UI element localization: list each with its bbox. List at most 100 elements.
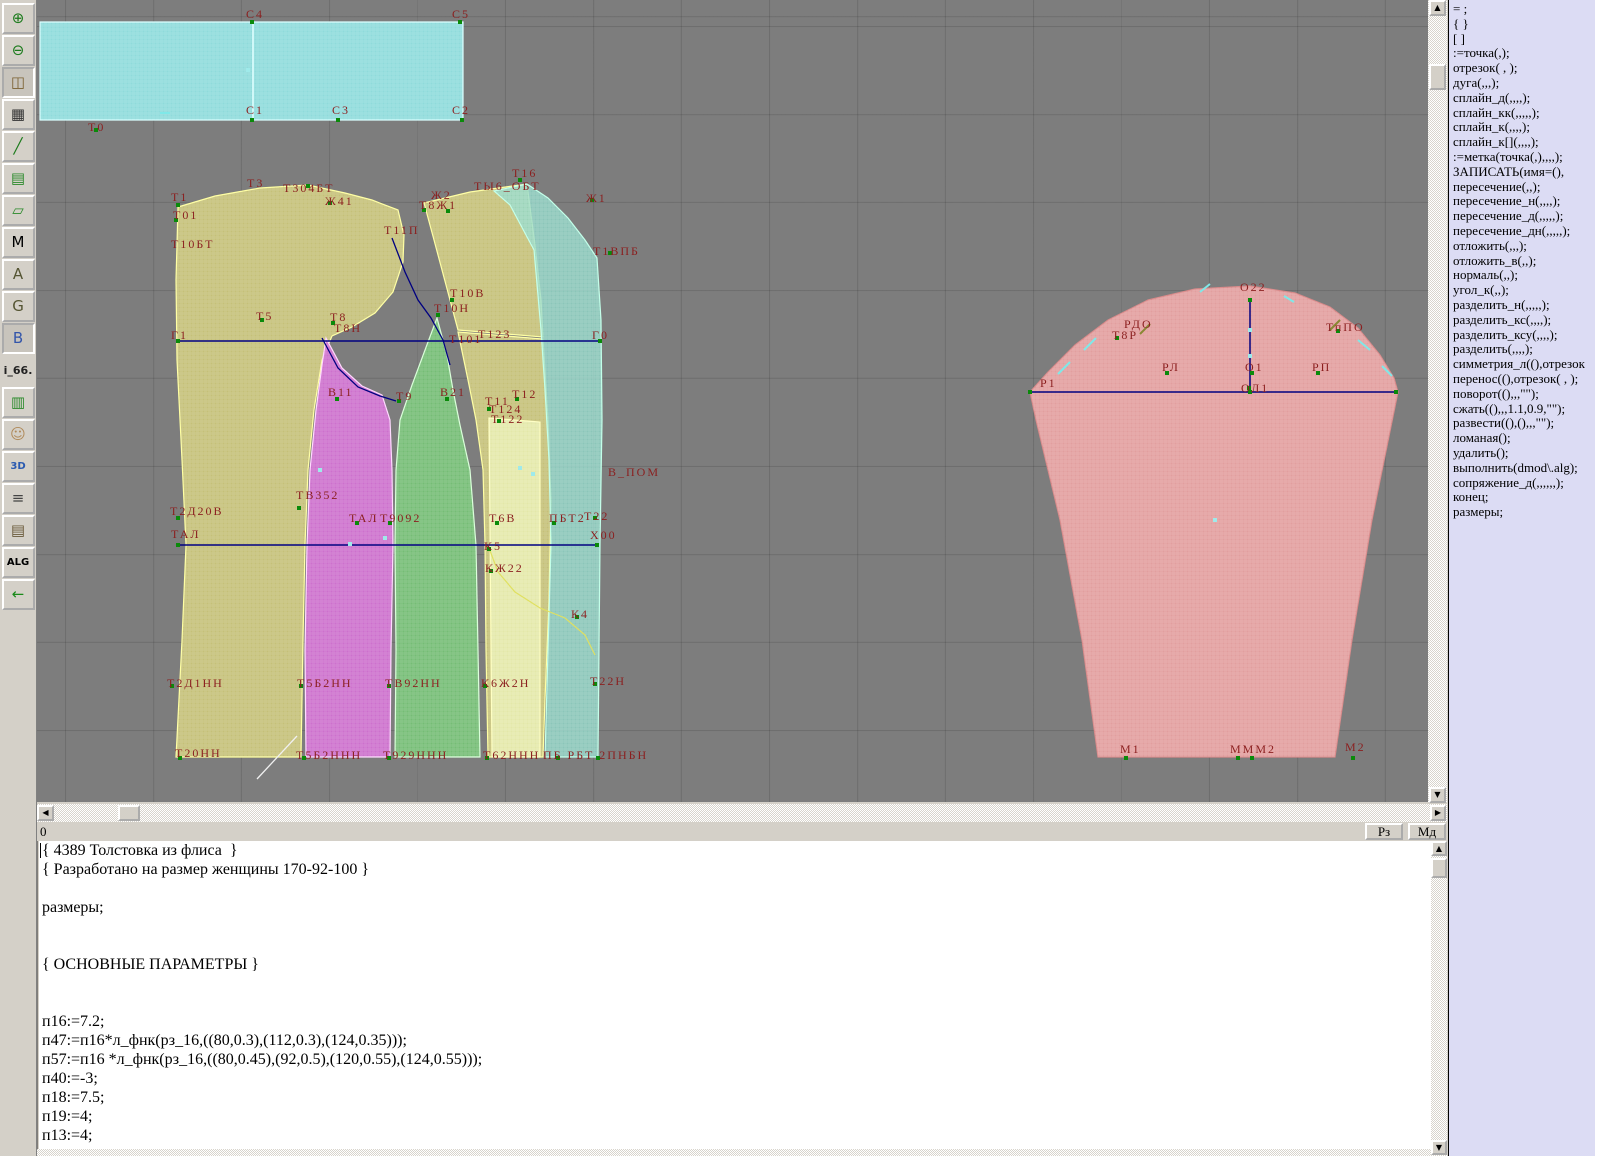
sidebar-command[interactable]: сплайн_к[](,,,,); [1453,135,1600,150]
toolbar-zoom-out-button[interactable]: ⊖ [2,35,35,66]
construction-point[interactable] [170,684,174,688]
construction-point[interactable] [336,118,340,122]
toolbar-pattern-m-button[interactable]: M [2,227,35,258]
construction-point[interactable] [250,20,254,24]
sidebar-command[interactable]: разделить_кс(,,,,); [1453,313,1600,328]
sidebar-command[interactable]: ломаная(); [1453,431,1600,446]
sidebar-command[interactable]: удалить(); [1453,446,1600,461]
toolbar-picture-button[interactable]: ▤ [2,163,35,194]
sidebar-command[interactable]: отложить(,,,); [1453,239,1600,254]
construction-point[interactable] [176,543,180,547]
construction-point[interactable] [608,251,612,255]
vscroll-thumb[interactable] [1429,64,1446,90]
rz-button[interactable]: Рз [1365,823,1403,840]
sidebar-command[interactable]: пересечение_д(,,,,,); [1453,209,1600,224]
sidebar-command[interactable]: сжать((),,,1.1,0.9,""); [1453,402,1600,417]
sidebar-command[interactable]: пересечение_н(,,,,); [1453,194,1600,209]
scroll-up-button[interactable]: ▲ [1429,0,1446,16]
sidebar-command[interactable]: сплайн_д(,,,,); [1453,91,1600,106]
scroll-down-button[interactable]: ▼ [1429,787,1446,803]
sidebar-command[interactable]: поворот((),,,""); [1453,387,1600,402]
construction-point[interactable] [489,569,493,573]
construction-point[interactable] [387,684,391,688]
construction-point[interactable] [487,547,491,551]
toolbar-measure-button[interactable]: ╱ [2,131,35,162]
toolbar-table-button[interactable]: ▥ [2,387,35,418]
construction-point[interactable] [331,321,335,325]
construction-point[interactable] [260,318,264,322]
toolbar-books-button[interactable]: ▤ [2,515,35,546]
construction-point[interactable] [458,20,462,24]
sidebar-command[interactable]: размеры; [1453,505,1600,520]
construction-point[interactable] [485,756,489,760]
toolbar-view-3d-button[interactable]: 3D [2,451,35,482]
scroll-right-button[interactable]: ▶ [1430,805,1446,821]
toolbar-blueprint-b-button[interactable]: В [2,323,35,354]
construction-point[interactable] [176,516,180,520]
construction-point[interactable] [355,521,359,525]
construction-point[interactable] [450,298,454,302]
code-editor[interactable]: { 4389 Толстовка из флиса }{ Разработано… [37,841,1431,1149]
construction-point[interactable] [335,397,339,401]
toolbar-text-list-button[interactable]: ≡ [2,483,35,514]
construction-point[interactable] [1115,336,1119,340]
toolbar-exit-button[interactable]: ← [2,579,35,610]
toolbar-pattern-card-button[interactable]: ▱ [2,195,35,226]
construction-point[interactable] [598,339,602,343]
construction-point[interactable] [176,203,180,207]
sidebar-command[interactable]: выполнить(dmod\.alg); [1453,461,1600,476]
canvas-hscrollbar[interactable]: ◀ ▶ [37,804,1447,822]
sidebar-command[interactable]: { } [1453,17,1600,32]
construction-point[interactable] [299,684,303,688]
construction-point[interactable] [518,178,522,182]
sidebar-command[interactable]: дуга(,,,); [1453,76,1600,91]
sidebar-command[interactable]: разделить_ксу(,,,,); [1453,328,1600,343]
construction-point[interactable] [487,407,491,411]
sidebar-command[interactable]: :=метка(точка(,),,,,); [1453,150,1600,165]
construction-point[interactable] [178,756,182,760]
scroll-down-button[interactable]: ▼ [1431,1140,1447,1155]
scroll-up-button[interactable]: ▲ [1431,841,1447,856]
md-button[interactable]: Мд [1408,823,1446,840]
construction-point[interactable] [387,756,391,760]
construction-point[interactable] [1165,371,1169,375]
construction-point[interactable] [1028,390,1032,394]
construction-point[interactable] [483,684,487,688]
construction-point[interactable] [1250,756,1254,760]
construction-point[interactable] [176,339,180,343]
construction-point[interactable] [495,521,499,525]
construction-point[interactable] [436,313,440,317]
sidebar-command[interactable]: ЗАПИСАТЬ(имя=(), [1453,165,1600,180]
construction-point[interactable] [422,208,426,212]
toolbar-grid-button[interactable]: ▦ [2,99,35,130]
toolbar-g-tool-button[interactable]: G [2,291,35,322]
construction-point[interactable] [1316,371,1320,375]
editor-vscrollbar[interactable]: ▲ ▼ [1431,841,1447,1156]
construction-point[interactable] [1248,390,1252,394]
construction-point[interactable] [593,682,597,686]
construction-point[interactable] [297,506,301,510]
toolbar-photo-button[interactable]: ☺ [2,419,35,450]
construction-point[interactable] [590,198,594,202]
sidebar-command[interactable]: сплайн_к(,,,,); [1453,120,1600,135]
construction-point[interactable] [575,615,579,619]
construction-point[interactable] [1247,386,1251,390]
sidebar-command[interactable]: разделить_н(,,,,,); [1453,298,1600,313]
toolbar-construct-button[interactable]: А [2,259,35,290]
construction-point[interactable] [552,521,556,525]
construction-point[interactable] [460,118,464,122]
construction-point[interactable] [306,184,310,188]
construction-point[interactable] [515,397,519,401]
pattern-canvas[interactable]: С4С5С1С3С2Т0Т1Т01Т3Т304БТЖ41Т10БТТ11ПЖ2Т… [37,0,1429,802]
sidebar-command[interactable]: отрезок( , ); [1453,61,1600,76]
construction-point[interactable] [445,397,449,401]
sidebar-command[interactable]: нормаль(,,); [1453,268,1600,283]
sidebar-command[interactable]: = ; [1453,2,1600,17]
construction-point[interactable] [328,201,332,205]
sidebar-command[interactable]: конец; [1453,490,1600,505]
construction-point[interactable] [596,756,600,760]
toolbar-view-piece-button[interactable]: ◫ [2,67,35,98]
construction-point[interactable] [1336,329,1340,333]
construction-point[interactable] [302,756,306,760]
construction-point[interactable] [497,419,501,423]
